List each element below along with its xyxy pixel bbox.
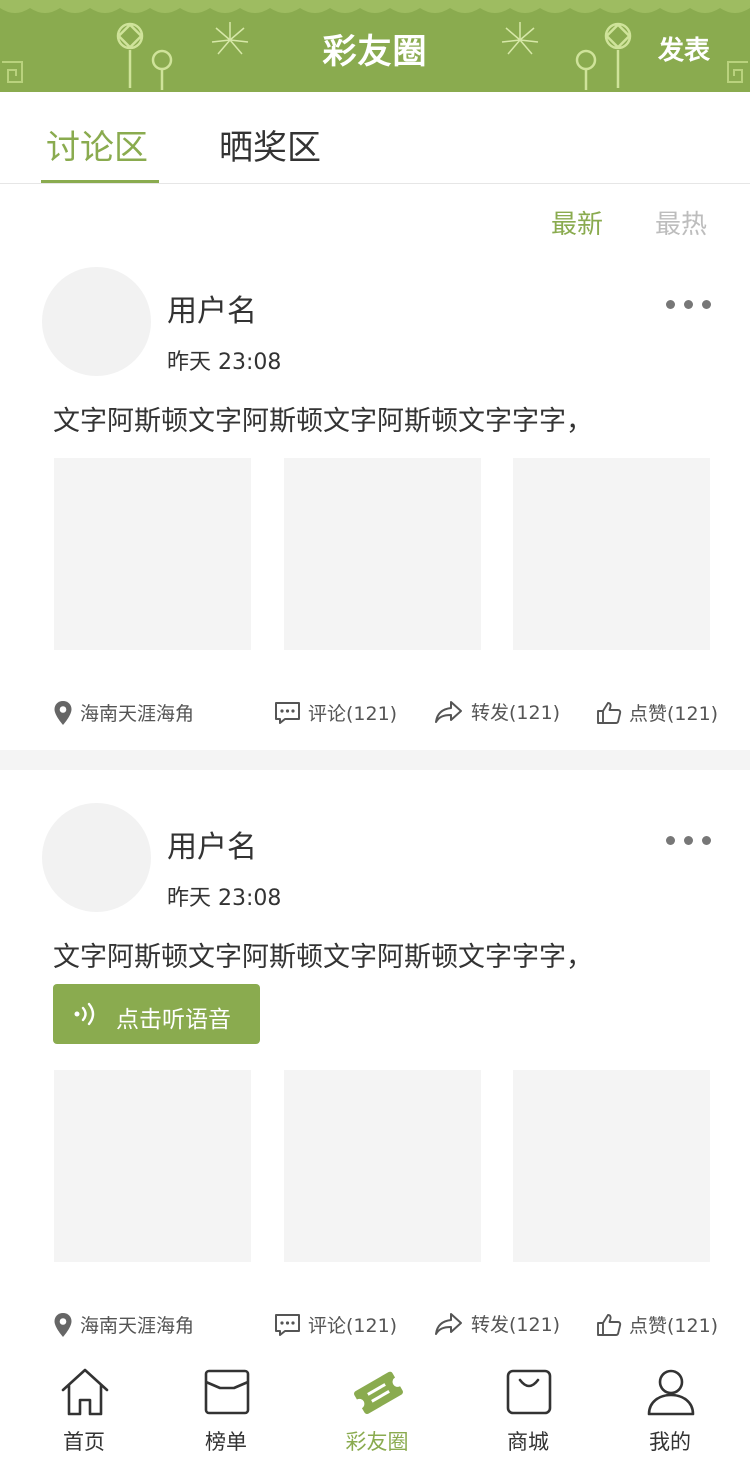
ticket-icon	[354, 1371, 403, 1415]
post-divider	[0, 750, 750, 770]
post-location[interactable]: 海南天涯海角	[53, 1311, 194, 1338]
sort-hottest-button[interactable]: 最热	[655, 204, 707, 241]
home-icon	[61, 1368, 109, 1416]
post-image[interactable]	[513, 1070, 710, 1262]
comment-button[interactable]: 评论(121)	[274, 1311, 397, 1338]
post-username[interactable]: 用户名	[167, 286, 257, 330]
forward-button[interactable]: 转发(121)	[434, 698, 560, 725]
comment-icon	[275, 701, 300, 724]
nav-mall[interactable]: 商城	[478, 1362, 578, 1465]
voice-button-label: 点击听语音	[116, 1007, 231, 1033]
location-label: 海南天涯海角	[80, 1315, 195, 1337]
avatar[interactable]	[42, 803, 151, 912]
sound-wave-icon	[74, 1002, 95, 1026]
post-image[interactable]	[284, 458, 481, 650]
nav-label: 榜单	[205, 1430, 247, 1454]
comment-count: 评论(121)	[308, 703, 398, 725]
active-tab-indicator	[41, 180, 159, 183]
location-pin-icon	[54, 1312, 72, 1337]
sort-newest-button[interactable]: 最新	[551, 204, 603, 241]
nav-lottery-circle[interactable]: 彩友圈	[327, 1362, 427, 1465]
post-username[interactable]: 用户名	[167, 822, 257, 866]
app-header: 彩友圈 发表	[0, 0, 750, 92]
post-image[interactable]	[54, 1070, 251, 1262]
nav-label: 商城	[507, 1430, 549, 1454]
post-location[interactable]: 海南天涯海角	[53, 699, 194, 726]
user-icon	[647, 1369, 695, 1416]
post-image[interactable]	[54, 458, 251, 650]
nav-label: 首页	[63, 1430, 105, 1454]
nav-label: 彩友圈	[345, 1430, 409, 1454]
nav-home[interactable]: 首页	[34, 1362, 134, 1465]
play-voice-button[interactable]: 点击听语音	[53, 984, 260, 1044]
shopping-bag-icon	[506, 1369, 552, 1415]
location-pin-icon	[54, 700, 72, 725]
share-arrow-icon	[435, 700, 462, 723]
thumbs-up-icon	[597, 701, 622, 724]
avatar[interactable]	[42, 267, 151, 376]
forward-button[interactable]: 转发(121)	[434, 1310, 560, 1337]
tab-bar: 讨论区 晒奖区	[0, 92, 750, 184]
like-count: 点赞(121)	[629, 1315, 719, 1337]
nav-ranking[interactable]: 榜单	[176, 1362, 276, 1465]
tab-discussion[interactable]: 讨论区	[46, 120, 148, 169]
like-count: 点赞(121)	[629, 703, 719, 725]
more-options-icon[interactable]	[666, 832, 712, 848]
comment-button[interactable]: 评论(121)	[274, 699, 397, 726]
post-time: 昨天 23:08	[167, 350, 282, 375]
more-options-icon[interactable]	[666, 296, 712, 312]
thumbs-up-icon	[597, 1313, 622, 1336]
share-arrow-icon	[435, 1312, 462, 1335]
forward-count: 转发(121)	[471, 702, 561, 724]
comment-icon	[275, 1313, 300, 1336]
forward-count: 转发(121)	[471, 1314, 561, 1336]
post-time: 昨天 23:08	[167, 886, 282, 911]
post-text: 文字阿斯顿文字阿斯顿文字阿斯顿文字字字，	[53, 406, 593, 437]
post-image[interactable]	[513, 458, 710, 650]
tab-prize-showcase[interactable]: 晒奖区	[219, 120, 321, 169]
bookmark-icon	[204, 1369, 250, 1415]
bottom-navigation: 首页 榜单 彩友圈 商城 我的	[0, 1362, 750, 1465]
publish-button[interactable]: 发表	[658, 30, 710, 67]
like-button[interactable]: 点赞(121)	[596, 699, 718, 726]
nav-label: 我的	[649, 1430, 691, 1454]
post-image[interactable]	[284, 1070, 481, 1262]
page-title: 彩友圈	[322, 32, 428, 72]
post-text: 文字阿斯顿文字阿斯顿文字阿斯顿文字字字，	[53, 942, 593, 973]
comment-count: 评论(121)	[308, 1315, 398, 1337]
like-button[interactable]: 点赞(121)	[596, 1311, 718, 1338]
nav-profile[interactable]: 我的	[620, 1362, 720, 1465]
location-label: 海南天涯海角	[80, 703, 195, 725]
